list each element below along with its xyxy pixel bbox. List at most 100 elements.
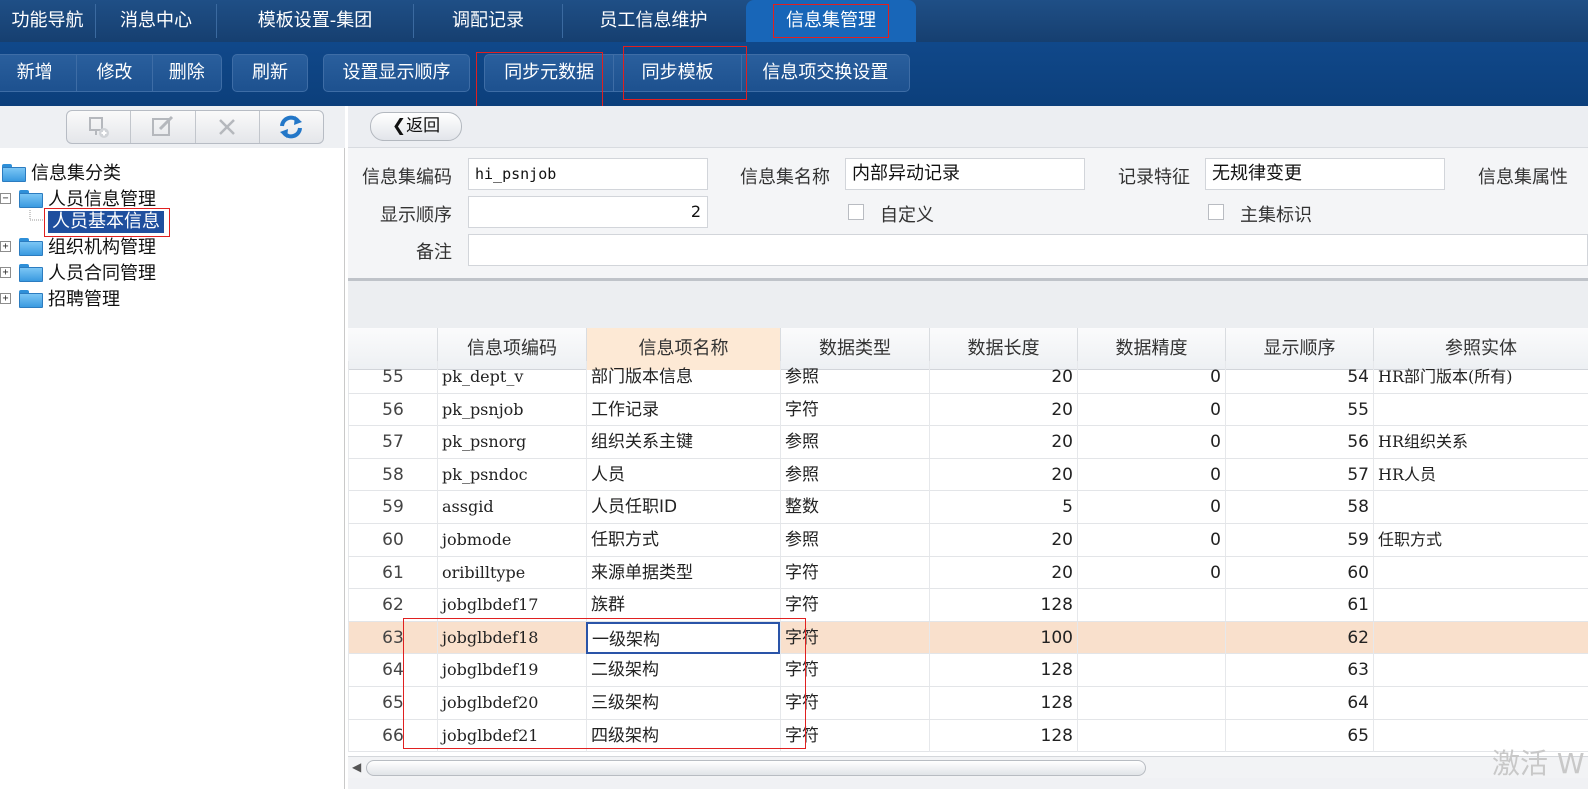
data-type-cell[interactable]: 字符 <box>780 589 929 622</box>
data-length-cell[interactable]: 20 <box>929 426 1077 459</box>
table-row[interactable]: 55 pk_dept_v 部门版本信息 参照 20 0 54 HR部门版本(所有) <box>348 361 1588 394</box>
display-order-cell[interactable]: 61 <box>1225 589 1373 622</box>
item-name-cell[interactable]: 来源单据类型 <box>586 556 780 589</box>
data-type-cell[interactable]: 参照 <box>780 458 929 491</box>
tree-item-recruit[interactable]: + 招聘管理 <box>0 285 120 311</box>
item-name-cell[interactable]: 任职方式 <box>586 524 780 556</box>
item-name-cell[interactable]: 三级架构 <box>586 687 780 719</box>
data-type-cell[interactable]: 参照 <box>780 361 929 393</box>
data-type-cell[interactable]: 参照 <box>780 524 929 556</box>
table-row[interactable]: 58 pk_psndoc 人员 参照 20 0 57 HR人员 <box>348 458 1588 492</box>
sync-metadata-button[interactable]: 同步元数据 <box>485 55 613 91</box>
item-name-cell[interactable]: 人员 <box>586 458 780 491</box>
horizontal-scrollbar[interactable]: ◀ <box>348 756 1588 778</box>
data-precision-cell[interactable]: 0 <box>1077 556 1225 589</box>
item-code-cell[interactable]: pk_dept_v <box>437 361 586 393</box>
ref-entity-cell[interactable]: 任职方式 <box>1373 524 1588 556</box>
tree-root[interactable]: 信息集分类 <box>2 159 121 185</box>
data-length-cell[interactable]: 128 <box>929 654 1077 687</box>
expand-icon[interactable]: + <box>0 240 11 252</box>
item-code-cell[interactable]: assgid <box>437 491 586 524</box>
data-precision-cell[interactable] <box>1077 719 1225 752</box>
record-field[interactable]: 无规律变更 <box>1205 158 1445 190</box>
table-row[interactable]: 57 pk_psnorg 组织关系主键 参照 20 0 56 HR组织关系 <box>348 426 1588 459</box>
main-set-checkbox[interactable] <box>1208 204 1224 220</box>
tree-item-org[interactable]: + 组织机构管理 <box>0 233 156 259</box>
display-order-cell[interactable]: 64 <box>1225 687 1373 719</box>
item-code-cell[interactable]: jobglbdef20 <box>437 687 586 719</box>
tab-infoset-management[interactable]: 信息集管理 <box>746 0 916 42</box>
delete-node-icon[interactable] <box>194 111 259 143</box>
item-code-cell[interactable]: jobglbdef19 <box>437 654 586 687</box>
data-type-cell[interactable]: 参照 <box>780 426 929 459</box>
data-type-cell[interactable]: 字符 <box>780 687 929 719</box>
tab-function-nav[interactable]: 功能导航 <box>0 0 95 42</box>
data-type-cell[interactable]: 字符 <box>780 654 929 687</box>
refresh-tree-icon[interactable] <box>258 111 323 143</box>
tree-item-contract[interactable]: + 人员合同管理 <box>0 259 156 285</box>
data-precision-cell[interactable] <box>1077 687 1225 719</box>
item-name-cell[interactable]: 四级架构 <box>586 719 780 752</box>
data-precision-cell[interactable]: 0 <box>1077 426 1225 459</box>
scrollbar-thumb[interactable] <box>366 760 1146 776</box>
data-length-cell[interactable]: 5 <box>929 491 1077 524</box>
refresh-button[interactable]: 刷新 <box>233 55 307 91</box>
data-precision-cell[interactable]: 0 <box>1077 491 1225 524</box>
data-length-cell[interactable]: 20 <box>929 393 1077 426</box>
data-length-cell[interactable]: 128 <box>929 589 1077 622</box>
code-field[interactable]: hi_psnjob <box>468 158 708 190</box>
item-code-cell[interactable]: jobglbdef21 <box>437 719 586 752</box>
tab-transfer-records[interactable]: 调配记录 <box>414 0 562 42</box>
remark-field[interactable] <box>468 234 1588 266</box>
edit-button[interactable]: 修改 <box>76 55 151 91</box>
display-order-cell[interactable]: 60 <box>1225 556 1373 589</box>
data-precision-cell[interactable]: 0 <box>1077 361 1225 393</box>
display-order-cell[interactable]: 56 <box>1225 426 1373 459</box>
item-name-cell[interactable]: 部门版本信息 <box>586 361 780 393</box>
tree-item-basic-info[interactable]: 人员基本信息 <box>48 209 164 235</box>
table-row[interactable]: 64 jobglbdef19 二级架构 字符 128 63 <box>348 654 1588 687</box>
expand-icon[interactable]: + <box>0 266 11 278</box>
ref-entity-cell[interactable] <box>1373 556 1588 589</box>
data-precision-cell[interactable] <box>1077 621 1225 654</box>
add-button[interactable]: 新增 <box>0 55 76 91</box>
table-row[interactable]: 66 jobglbdef21 四级架构 字符 128 65 <box>348 719 1588 753</box>
item-code-cell[interactable]: jobglbdef18 <box>437 621 586 654</box>
data-precision-cell[interactable] <box>1077 589 1225 622</box>
item-code-cell[interactable]: jobglbdef17 <box>437 589 586 622</box>
ref-entity-cell[interactable] <box>1373 621 1588 654</box>
data-length-cell[interactable]: 20 <box>929 361 1077 393</box>
delete-button[interactable]: 删除 <box>151 55 221 91</box>
item-code-cell[interactable]: pk_psndoc <box>437 458 586 491</box>
custom-checkbox[interactable] <box>848 204 864 220</box>
table-row[interactable]: 56 pk_psnjob 工作记录 字符 20 0 55 <box>348 393 1588 427</box>
item-code-cell[interactable]: oribilltype <box>437 556 586 589</box>
display-order-cell[interactable]: 54 <box>1225 361 1373 393</box>
table-row[interactable]: 60 jobmode 任职方式 参照 20 0 59 任职方式 <box>348 524 1588 557</box>
tab-employee-info[interactable]: 员工信息维护 <box>563 0 744 42</box>
display-order-cell[interactable]: 63 <box>1225 654 1373 687</box>
data-precision-cell[interactable]: 0 <box>1077 393 1225 426</box>
item-name-cell[interactable]: 族群 <box>586 589 780 622</box>
scroll-left-icon[interactable]: ◀ <box>352 760 361 774</box>
data-type-cell[interactable]: 整数 <box>780 491 929 524</box>
display-order-cell[interactable]: 62 <box>1225 621 1373 654</box>
ref-entity-cell[interactable]: HR人员 <box>1373 458 1588 491</box>
table-row[interactable]: 59 assgid 人员任职ID 整数 5 0 58 <box>348 491 1588 524</box>
add-node-icon[interactable] <box>67 111 130 143</box>
data-type-cell[interactable]: 字符 <box>780 556 929 589</box>
ref-entity-cell[interactable] <box>1373 654 1588 687</box>
ref-entity-cell[interactable] <box>1373 491 1588 524</box>
sync-template-button[interactable]: 同步模板 <box>613 55 740 91</box>
data-length-cell[interactable]: 128 <box>929 719 1077 752</box>
ref-entity-cell[interactable] <box>1373 393 1588 426</box>
item-name-cell[interactable]: 二级架构 <box>586 654 780 687</box>
data-precision-cell[interactable]: 0 <box>1077 458 1225 491</box>
display-order-cell[interactable]: 58 <box>1225 491 1373 524</box>
display-order-cell[interactable]: 55 <box>1225 393 1373 426</box>
expand-icon[interactable]: + <box>0 292 11 304</box>
display-order-cell[interactable]: 65 <box>1225 719 1373 752</box>
collapse-icon[interactable]: − <box>0 192 11 204</box>
item-code-cell[interactable]: jobmode <box>437 524 586 556</box>
ref-entity-cell[interactable]: HR组织关系 <box>1373 426 1588 459</box>
